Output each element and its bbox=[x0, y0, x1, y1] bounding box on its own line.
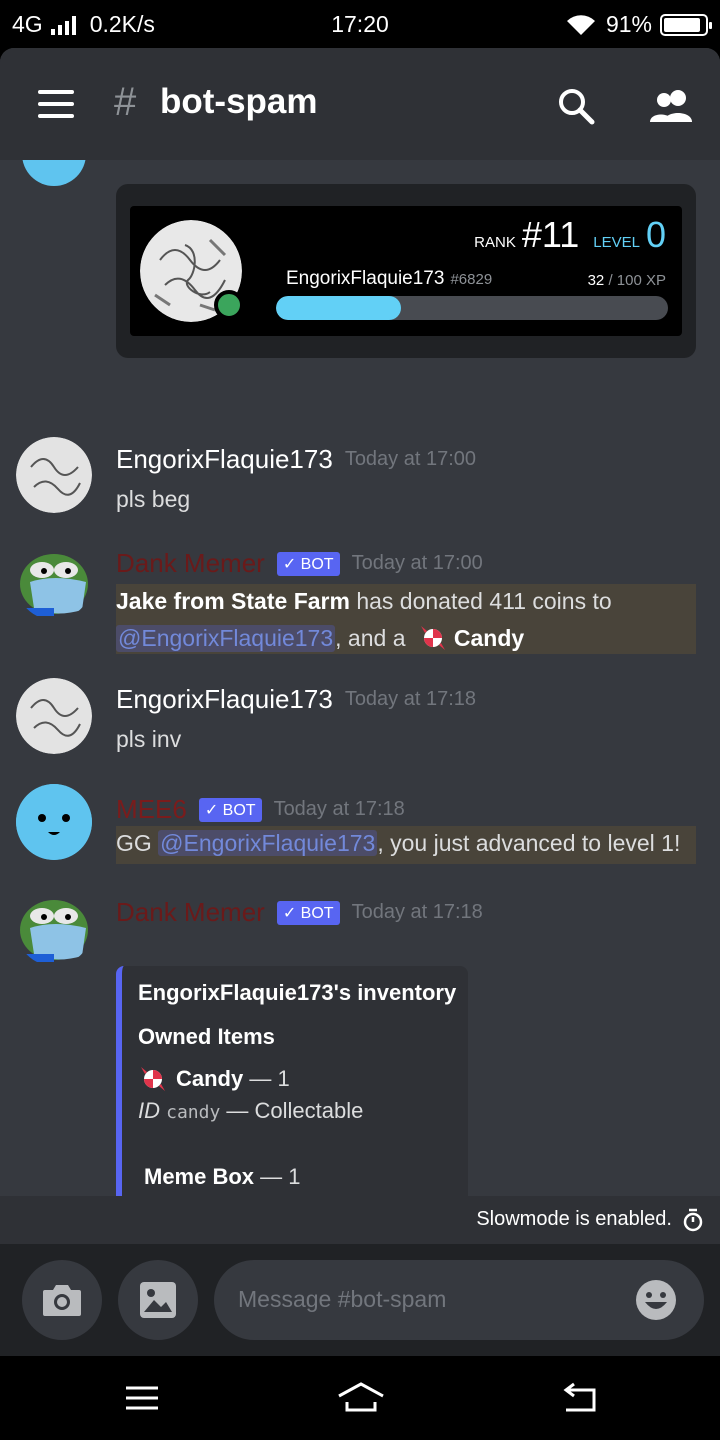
gallery-button[interactable] bbox=[118, 1260, 198, 1340]
camera-icon bbox=[43, 1285, 81, 1316]
message-prefix: GG bbox=[116, 830, 159, 856]
item-id-code: candy bbox=[166, 1102, 221, 1123]
mee6-avatar[interactable] bbox=[16, 784, 92, 860]
level-value: 0 bbox=[645, 214, 666, 255]
online-status-indicator bbox=[214, 290, 244, 320]
connector-text: , and a bbox=[335, 624, 412, 651]
avatar[interactable] bbox=[16, 678, 92, 754]
candy-icon bbox=[420, 626, 445, 650]
channel-hash-icon: # bbox=[114, 80, 137, 124]
embed-title: EngorixFlaquie173's inventory bbox=[138, 980, 457, 1005]
recents-menu-icon[interactable] bbox=[122, 1380, 162, 1416]
message-author[interactable]: EngorixFlaquie173 bbox=[116, 684, 333, 715]
message-author[interactable]: Dank Memer bbox=[116, 897, 265, 928]
status-bar: 4G 0.2K/s 17:20 91% bbox=[0, 0, 720, 48]
xp-max: / 100 XP bbox=[608, 272, 666, 289]
level-label: LEVEL bbox=[593, 234, 640, 251]
inventory-item: Meme Box — 1 bbox=[144, 1164, 301, 1190]
message-author[interactable]: Dank Memer bbox=[116, 548, 265, 579]
wifi-icon bbox=[566, 14, 595, 35]
item-count: — 1 bbox=[243, 1066, 290, 1091]
message-list[interactable]: RANK #11 LEVEL 0 EngorixFlaquie173 #6829 … bbox=[0, 160, 720, 1196]
avatar[interactable] bbox=[22, 160, 86, 186]
item-name: Meme Box bbox=[144, 1164, 255, 1189]
channel-title: bot-spam bbox=[160, 82, 318, 121]
battery-percent: 91% bbox=[605, 11, 652, 37]
user-mention[interactable]: @EngorixFlaquie173 bbox=[158, 830, 378, 856]
rank-card-attachment[interactable]: RANK #11 LEVEL 0 EngorixFlaquie173 #6829 … bbox=[116, 184, 696, 358]
menu-icon[interactable] bbox=[38, 90, 74, 118]
channel-header: # bot-spam bbox=[0, 48, 720, 160]
item-name: Candy bbox=[453, 624, 525, 651]
search-icon[interactable] bbox=[556, 86, 596, 126]
input-bar: Message #bot-spam bbox=[0, 1244, 720, 1356]
xp-progress-fill bbox=[276, 296, 402, 320]
members-icon[interactable] bbox=[648, 88, 696, 124]
rank-value: #11 bbox=[521, 214, 580, 255]
rank-label: RANK bbox=[474, 234, 516, 251]
inventory-embed: EngorixFlaquie173's inventory Owned Item… bbox=[116, 966, 468, 1196]
message-content: GG @EngorixFlaquie173, you just advanced… bbox=[116, 830, 680, 857]
image-icon bbox=[140, 1282, 176, 1318]
embed-field-name: Owned Items bbox=[138, 1024, 275, 1049]
rank-username: EngorixFlaquie173 #6829 bbox=[286, 268, 492, 290]
system-nav-bar bbox=[0, 1356, 720, 1440]
candy-icon bbox=[141, 1067, 165, 1091]
xp-current: 32 bbox=[587, 272, 605, 289]
bot-badge: ✓ BOT bbox=[276, 551, 340, 576]
message-author[interactable]: EngorixFlaquie173 bbox=[116, 444, 333, 475]
home-icon[interactable] bbox=[336, 1380, 386, 1416]
rank-card: RANK #11 LEVEL 0 EngorixFlaquie173 #6829 … bbox=[130, 206, 682, 336]
bot-badge: ✓ BOT bbox=[198, 797, 262, 822]
item-type: — Collectable bbox=[220, 1098, 364, 1123]
xp-progress-bar bbox=[276, 296, 668, 320]
bot-badge: ✓ BOT bbox=[276, 900, 340, 925]
xp-readout: 32 / 100 XP bbox=[588, 272, 666, 289]
pepe-avatar[interactable] bbox=[16, 890, 92, 966]
message-content-line1: Jake from State Farm has donated 411 coi… bbox=[116, 588, 612, 615]
discord-app: # bot-spam RANK #11 LEVEL 0 EngorixFlaqu… bbox=[0, 48, 720, 1356]
donor-name: Jake from State Farm bbox=[116, 588, 350, 614]
message-author[interactable]: MEE6 bbox=[116, 794, 187, 825]
donation-text: has donated 411 coins to bbox=[349, 588, 612, 614]
message-timestamp: Today at 17:00 bbox=[351, 552, 483, 574]
message-timestamp: Today at 17:18 bbox=[273, 798, 405, 820]
avatar[interactable] bbox=[16, 437, 92, 513]
back-icon[interactable] bbox=[560, 1380, 600, 1416]
message-input[interactable]: Message #bot-spam bbox=[214, 1260, 704, 1340]
message-placeholder: Message #bot-spam bbox=[238, 1286, 447, 1312]
item-count: — 1 bbox=[254, 1164, 301, 1189]
message-content-line2: @EngorixFlaquie173, and a Candy bbox=[116, 623, 524, 653]
message-timestamp: Today at 17:18 bbox=[344, 688, 477, 710]
message-content: pls inv bbox=[116, 726, 182, 752]
rank-discriminator: #6829 bbox=[450, 271, 493, 288]
rank-username-text: EngorixFlaquie173 bbox=[286, 268, 445, 289]
slowmode-text: Slowmode is enabled. bbox=[476, 1208, 672, 1230]
battery-icon bbox=[660, 13, 712, 36]
message-timestamp: Today at 17:00 bbox=[344, 448, 477, 470]
message-content: pls beg bbox=[116, 486, 191, 512]
message-timestamp: Today at 17:18 bbox=[351, 901, 483, 923]
inventory-item: Candy — 1 bbox=[138, 1064, 290, 1094]
pepe-avatar[interactable] bbox=[16, 544, 92, 620]
inventory-item-id: ID candy — Collectable bbox=[138, 1098, 363, 1124]
user-mention[interactable]: @EngorixFlaquie173 bbox=[116, 624, 336, 652]
timer-icon bbox=[683, 1208, 703, 1232]
emoji-icon[interactable] bbox=[634, 1278, 678, 1322]
item-name: Candy bbox=[176, 1066, 244, 1091]
id-label: ID bbox=[138, 1098, 160, 1123]
slowmode-bar: Slowmode is enabled. bbox=[0, 1196, 720, 1244]
message-suffix: , you just advanced to level 1! bbox=[377, 830, 681, 856]
camera-button[interactable] bbox=[22, 1260, 102, 1340]
